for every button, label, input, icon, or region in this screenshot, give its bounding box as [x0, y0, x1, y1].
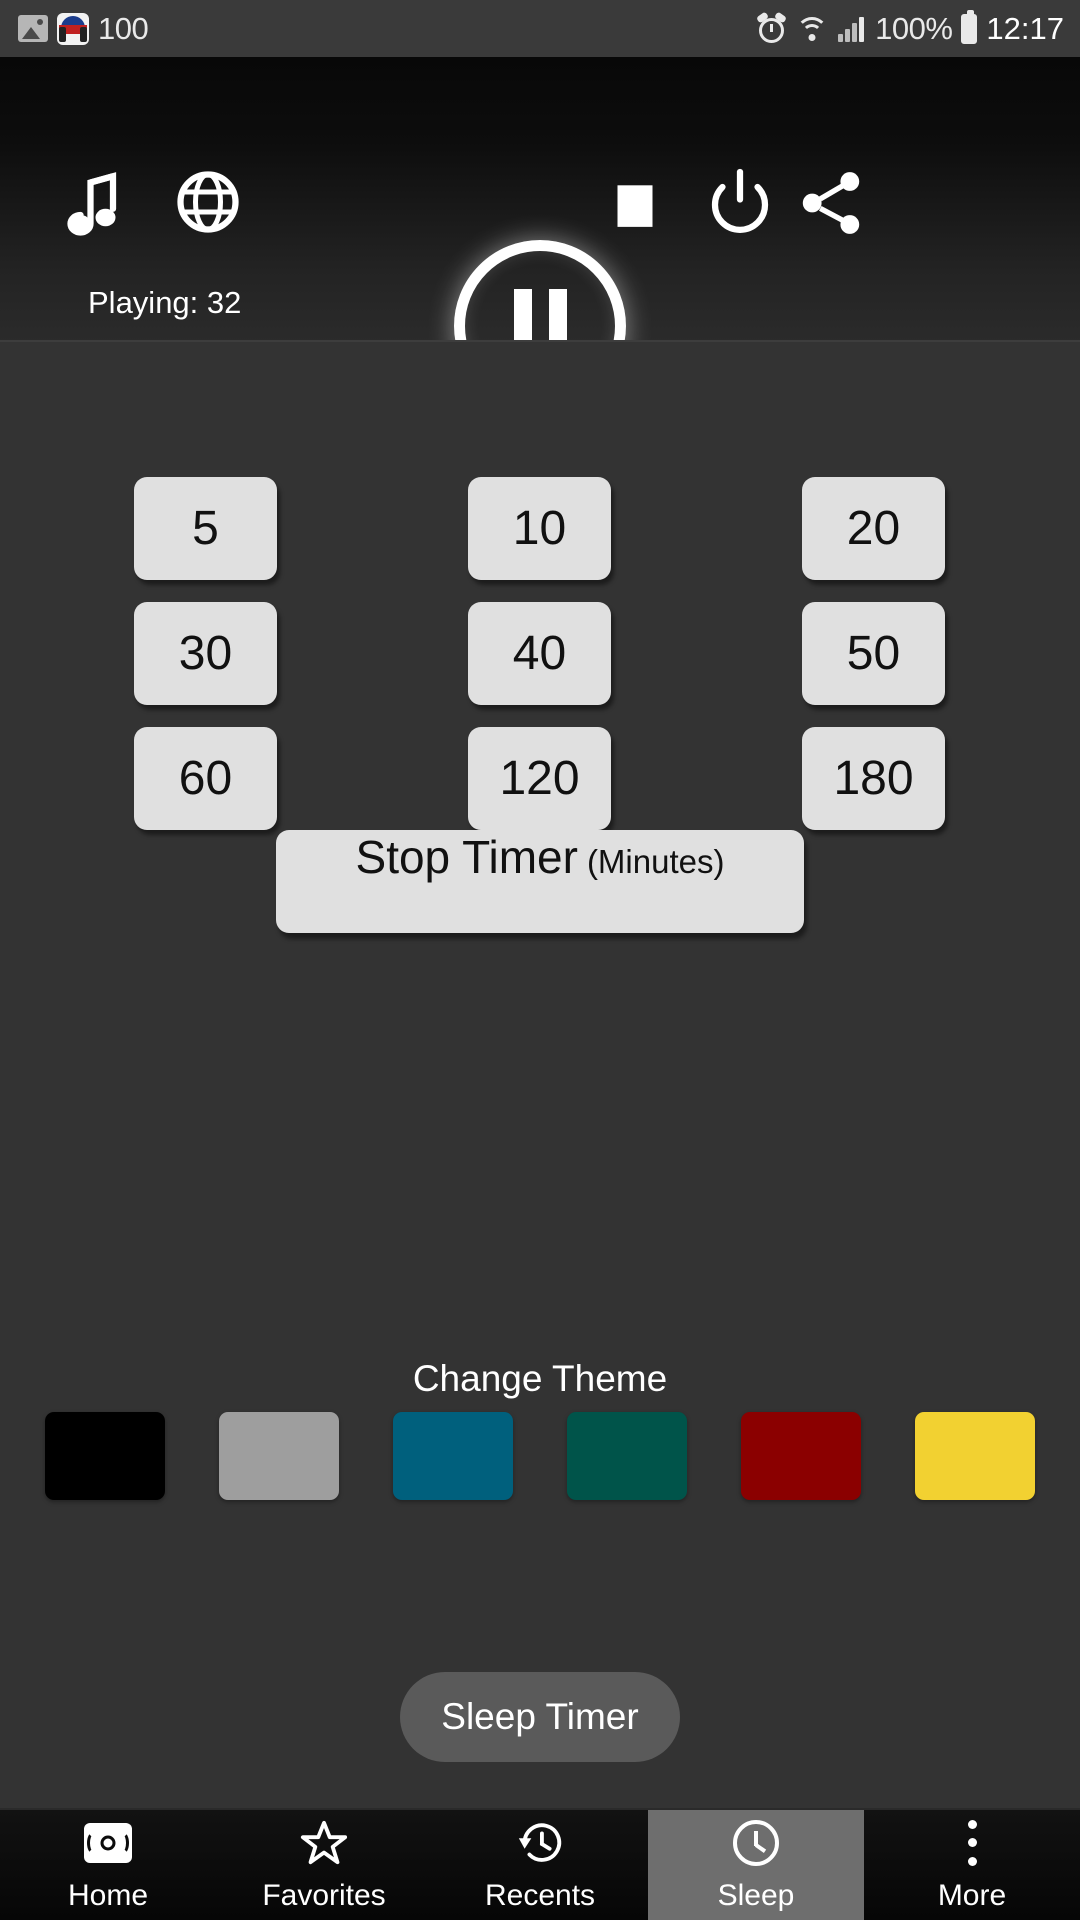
status-bar-left: 100: [18, 10, 149, 47]
timer-preset-180[interactable]: 180: [802, 727, 945, 830]
nav-item-favorites[interactable]: Favorites: [216, 1810, 432, 1920]
timer-preset-30[interactable]: 30: [134, 602, 277, 705]
clock-icon: [731, 1818, 781, 1868]
battery-percent: 100%: [875, 10, 953, 46]
change-theme-label: Change Theme: [412, 1358, 668, 1399]
history-clock-icon: [518, 1822, 562, 1862]
stop-timer-unit: (Minutes): [586, 843, 725, 880]
playing-status: Playing: 32: [88, 285, 242, 320]
sleep-timer-button[interactable]: Sleep Timer: [400, 1672, 680, 1762]
theme-swatch-gray[interactable]: [219, 1412, 339, 1500]
sleep-timer-panel: 5 10 20 30 40 50 60 120 180 Stop Timer (…: [0, 342, 1080, 1808]
bottom-navigation: Home Favorites Recents Sleep More: [0, 1808, 1080, 1920]
nonstop-music-app-icon: [57, 12, 89, 45]
status-bar-right: 100% 12:17: [756, 9, 1064, 47]
timer-preset-120[interactable]: 120: [468, 727, 611, 830]
nav-label-sleep: Sleep: [717, 1878, 795, 1912]
stop-icon[interactable]: [600, 170, 670, 240]
timer-row: 5 10 20: [134, 477, 945, 580]
app-root: 100 100% 12:17 Playing: 32 5 10 20 30 40…: [0, 0, 1080, 1920]
timer-preset-20[interactable]: 20: [802, 477, 945, 580]
timer-preset-40[interactable]: 40: [468, 602, 611, 705]
share-icon[interactable]: [788, 160, 874, 246]
theme-swatch-green[interactable]: [567, 1412, 687, 1500]
image-icon: [18, 15, 48, 42]
timer-preset-5[interactable]: 5: [134, 477, 277, 580]
player-controls: [0, 160, 1080, 412]
radio-icon: [83, 1818, 133, 1868]
timer-preset-grid: 5 10 20 30 40 50 60 120 180: [0, 477, 1080, 830]
globe-icon[interactable]: [168, 162, 248, 242]
theme-swatch-blue[interactable]: [393, 1412, 513, 1500]
nav-label-favorites: Favorites: [262, 1878, 386, 1912]
star-icon: [300, 1820, 348, 1864]
nav-item-sleep[interactable]: Sleep: [648, 1810, 864, 1920]
timer-row: 60 120 180: [134, 727, 945, 830]
alarm-icon: [756, 11, 788, 43]
status-bar: 100 100% 12:17: [0, 0, 1080, 57]
wifi-icon: [795, 15, 829, 43]
timer-preset-10[interactable]: 10: [468, 477, 611, 580]
nav-label-more: More: [937, 1878, 1007, 1912]
timer-preset-50[interactable]: 50: [802, 602, 945, 705]
power-icon[interactable]: [700, 162, 780, 242]
theme-swatch-list: [45, 1412, 1035, 1500]
nav-item-recents[interactable]: Recents: [432, 1810, 648, 1920]
nav-item-home[interactable]: Home: [0, 1810, 216, 1920]
music-note-icon[interactable]: [48, 160, 128, 240]
nav-item-more[interactable]: More: [864, 1810, 1080, 1920]
theme-swatch-red[interactable]: [741, 1412, 861, 1500]
timer-preset-60[interactable]: 60: [134, 727, 277, 830]
theme-swatch-yellow[interactable]: [915, 1412, 1035, 1500]
signal-icon: [838, 16, 866, 42]
theme-swatch-black[interactable]: [45, 1412, 165, 1500]
notification-count: 100: [98, 10, 149, 46]
timer-row: 30 40 50: [134, 602, 945, 705]
player-header: Playing: 32 All The Best Oldies: [0, 57, 1080, 431]
nav-label-home: Home: [67, 1878, 149, 1912]
clock-time: 12:17: [986, 10, 1064, 46]
stop-timer-button[interactable]: Stop Timer (Minutes): [276, 830, 804, 933]
nav-label-recents: Recents: [484, 1878, 596, 1912]
battery-icon: [961, 9, 978, 44]
stop-timer-label: Stop Timer: [355, 831, 578, 883]
more-vertical-icon: [947, 1818, 997, 1868]
